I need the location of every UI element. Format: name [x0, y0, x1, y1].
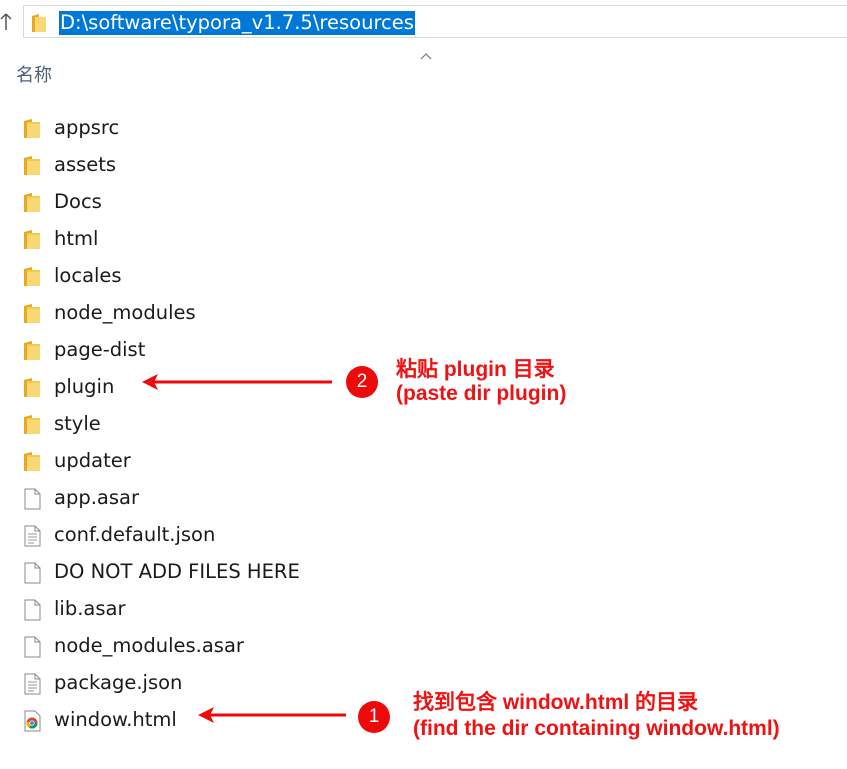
folder-icon [21, 155, 43, 177]
file-name-label: assets [54, 153, 117, 176]
file-name-label: app.asar [54, 486, 139, 509]
file-row-conf-default-json[interactable]: conf.default.json [0, 517, 400, 554]
step-badge-1: 1 [358, 701, 390, 733]
file-row-html[interactable]: html [0, 221, 400, 258]
file-row-style[interactable]: style [0, 406, 400, 443]
address-bar[interactable]: D:\software\typora_v1.7.5\resources [23, 5, 847, 38]
folder-icon [21, 340, 43, 362]
folder-icon [21, 414, 43, 436]
column-header-name[interactable]: 名称 [16, 63, 52, 89]
file-row-docs[interactable]: Docs [0, 184, 400, 221]
blank-file-icon [21, 636, 43, 658]
file-name-label: html [54, 227, 99, 250]
file-list: appsrc assets Docs html locales node_modulesp… [0, 110, 400, 739]
annotation-line-1: 找到包含 window.html 的目录 [413, 691, 699, 714]
file-row-appsrc[interactable]: appsrc [0, 110, 400, 147]
chrome-html-icon [21, 710, 43, 732]
file-name-label: node_modules.asar [54, 634, 244, 657]
file-name-label: lib.asar [54, 597, 126, 620]
annotation-arrow-window-html [198, 707, 346, 723]
text-file-icon [21, 525, 43, 547]
file-row-updater[interactable]: updater [0, 443, 400, 480]
text-file-icon [21, 673, 43, 695]
file-row-do-not-add-files-here[interactable]: DO NOT ADD FILES HERE [0, 554, 400, 591]
folder-icon [21, 229, 43, 251]
file-name-label: page-dist [54, 338, 146, 361]
file-row-lib-asar[interactable]: lib.asar [0, 591, 400, 628]
up-arrow-icon[interactable] [0, 10, 12, 34]
file-name-label: Docs [54, 190, 102, 213]
blank-file-icon [21, 488, 43, 510]
file-name-label: updater [54, 449, 131, 472]
step-badge-2: 2 [346, 366, 378, 398]
address-path-text[interactable]: D:\software\typora_v1.7.5\resources [59, 11, 415, 35]
file-name-label: node_modules [54, 301, 196, 324]
file-row-page-dist[interactable]: page-dist [0, 332, 400, 369]
file-name-label: style [54, 412, 101, 435]
folder-icon [21, 451, 43, 473]
explorer-window: D:\software\typora_v1.7.5\resources 名称 a… [0, 0, 847, 769]
file-name-label: appsrc [54, 116, 120, 139]
file-row-assets[interactable]: assets [0, 147, 400, 184]
file-name-label: window.html [54, 708, 177, 731]
annotation-line-2: (find the dir containing window.html) [413, 717, 780, 740]
annotation-line-2: (paste dir plugin) [396, 382, 567, 405]
annotation-line-1: 粘贴 plugin 目录 [396, 358, 555, 381]
blank-file-icon [21, 562, 43, 584]
sort-ascending-icon[interactable] [419, 52, 433, 61]
folder-icon [21, 118, 43, 140]
file-name-label: plugin [54, 375, 115, 398]
file-row-node-modules[interactable]: node_modules [0, 295, 400, 332]
annotation-arrow-plugin [142, 374, 332, 390]
file-name-label: DO NOT ADD FILES HERE [54, 560, 300, 583]
blank-file-icon [21, 599, 43, 621]
file-row-locales[interactable]: locales [0, 258, 400, 295]
folder-icon [21, 192, 43, 214]
folder-icon [21, 303, 43, 325]
folder-icon [21, 266, 43, 288]
folder-icon [21, 377, 43, 399]
file-name-label: package.json [54, 671, 183, 694]
file-name-label: locales [54, 264, 122, 287]
file-row-app-asar[interactable]: app.asar [0, 480, 400, 517]
file-row-node-modules-asar[interactable]: node_modules.asar [0, 628, 400, 665]
folder-icon [32, 14, 46, 32]
file-name-label: conf.default.json [54, 523, 216, 546]
file-row-package-json[interactable]: package.json [0, 665, 400, 702]
